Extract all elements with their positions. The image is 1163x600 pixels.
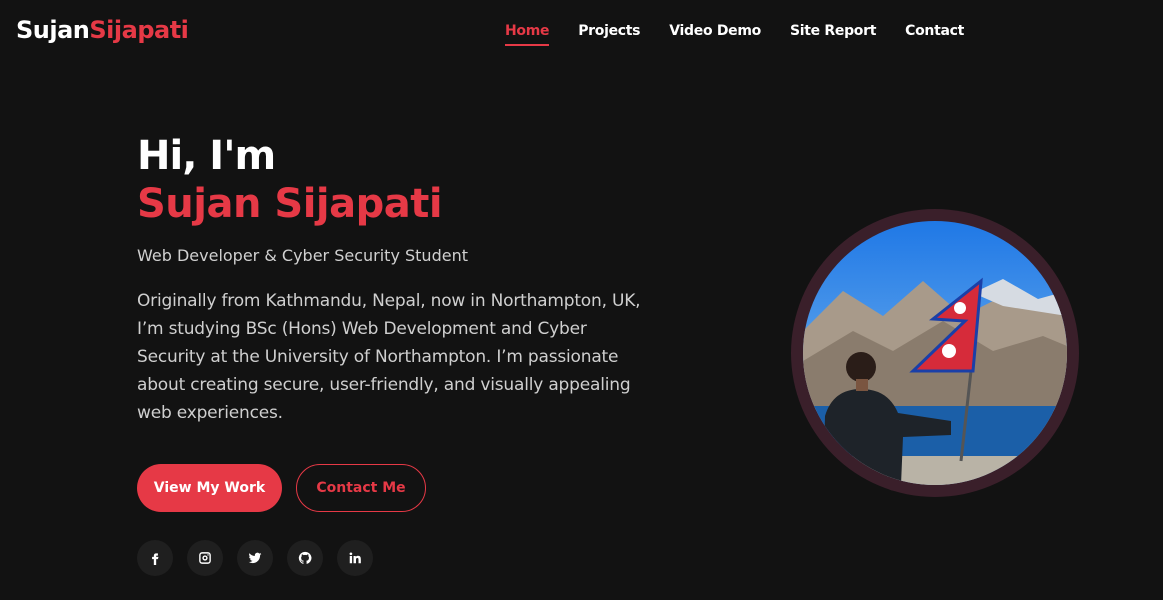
hero-section: Hi, I'm Sujan Sijapati Web Developer & C… — [137, 132, 657, 427]
twitter-link[interactable] — [237, 540, 273, 576]
linkedin-icon — [349, 552, 361, 564]
hero-greeting: Hi, I'm — [137, 133, 276, 179]
nav-video-demo[interactable]: Video Demo — [669, 23, 761, 39]
facebook-icon — [152, 553, 159, 565]
github-link[interactable] — [287, 540, 323, 576]
hero-buttons: View My Work Contact Me — [137, 464, 426, 512]
navbar: SujanSijapati Home Projects Video Demo S… — [0, 0, 1163, 64]
nav-home[interactable]: Home — [505, 23, 550, 46]
github-icon — [298, 551, 312, 564]
hero-name: Sujan Sijapati — [137, 181, 443, 227]
view-my-work-button[interactable]: View My Work — [137, 464, 282, 512]
logo-last-name: Sijapati — [89, 16, 189, 44]
linkedin-link[interactable] — [337, 540, 373, 576]
logo-first-name: Sujan — [16, 16, 90, 44]
social-links — [137, 540, 373, 576]
contact-me-button[interactable]: Contact Me — [296, 464, 426, 512]
nav-links: Home Projects Video Demo Site Report Con… — [505, 23, 964, 46]
profile-photo — [803, 221, 1067, 485]
facebook-link[interactable] — [137, 540, 173, 576]
site-logo[interactable]: SujanSijapati — [16, 16, 189, 44]
nav-projects[interactable]: Projects — [578, 23, 640, 39]
instagram-link[interactable] — [187, 540, 223, 576]
nav-contact[interactable]: Contact — [905, 23, 964, 39]
nav-site-report[interactable]: Site Report — [790, 23, 876, 39]
twitter-icon — [248, 552, 262, 564]
profile-photo-frame — [791, 209, 1079, 497]
instagram-icon — [199, 552, 211, 564]
hero-subtitle: Web Developer & Cyber Security Student — [137, 246, 468, 265]
hero-bio: Originally from Kathmandu, Nepal, now in… — [137, 291, 641, 423]
profile-photo-illustration — [803, 221, 1067, 485]
